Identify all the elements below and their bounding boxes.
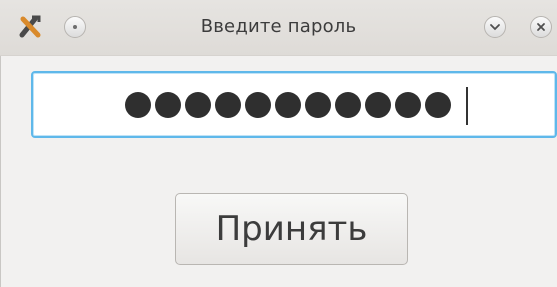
close-button[interactable] <box>530 16 552 38</box>
dialog-content: Принять <box>0 56 557 287</box>
password-dot <box>305 92 331 118</box>
password-dot <box>125 92 151 118</box>
window-title: Введите пароль <box>200 16 357 37</box>
titlebar: Введите пароль <box>0 0 557 56</box>
password-dot <box>155 92 181 118</box>
masked-password <box>125 92 451 118</box>
password-dot <box>335 92 361 118</box>
password-dot <box>425 92 451 118</box>
password-dot <box>245 92 271 118</box>
close-icon <box>537 23 545 31</box>
password-dot <box>185 92 211 118</box>
text-caret <box>466 87 468 125</box>
password-dot <box>365 92 391 118</box>
password-dot <box>395 92 421 118</box>
password-dialog: Введите пароль Принять <box>0 0 557 287</box>
password-input[interactable] <box>31 71 557 138</box>
password-dot <box>215 92 241 118</box>
password-dot <box>275 92 301 118</box>
accept-button[interactable]: Принять <box>175 193 408 265</box>
minimize-button[interactable] <box>484 16 506 38</box>
minimize-icon <box>490 24 500 31</box>
